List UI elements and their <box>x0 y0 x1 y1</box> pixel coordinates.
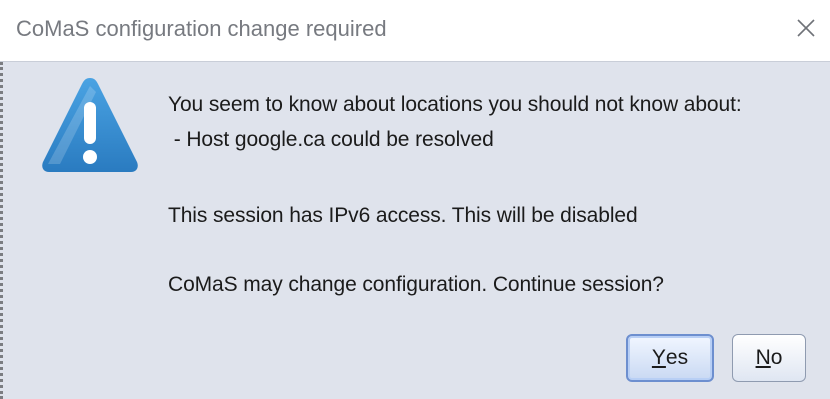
close-icon <box>797 19 815 37</box>
dialog-titlebar[interactable]: CoMaS configuration change required <box>0 0 830 62</box>
message-line-locations: You seem to know about locations you sho… <box>168 93 742 116</box>
no-label: o <box>770 346 783 369</box>
yes-mnemonic: Y <box>651 346 666 369</box>
warning-icon <box>42 78 138 172</box>
message-line-host: - Host google.ca could be resolved <box>168 128 494 151</box>
yes-button[interactable]: Yes <box>626 334 714 382</box>
no-button[interactable]: No <box>732 334 806 382</box>
dialog-title: CoMaS configuration change required <box>16 16 387 41</box>
dialog-window: CoMaS configuration change required You … <box>0 0 830 399</box>
no-mnemonic: N <box>755 346 771 369</box>
message-line-ipv6: This session has IPv6 access. This will … <box>168 204 638 227</box>
yes-label: es <box>665 346 689 369</box>
message-line-continue: CoMaS may change configuration. Continue… <box>168 273 664 296</box>
window-edge <box>0 62 6 399</box>
close-button[interactable] <box>788 10 824 46</box>
